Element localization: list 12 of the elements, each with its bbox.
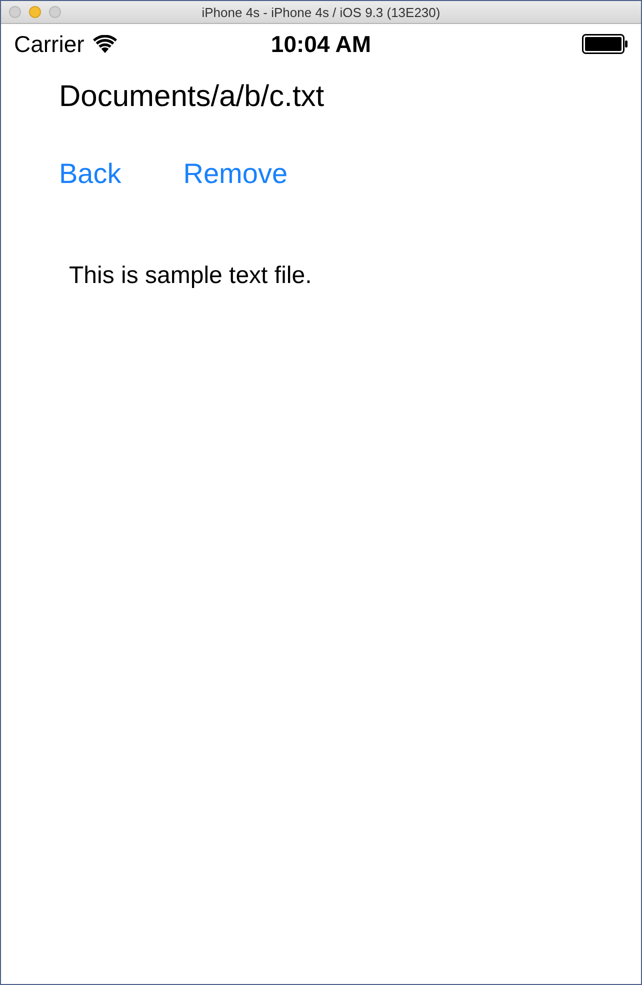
window-title: iPhone 4s - iPhone 4s / iOS 9.3 (13E230) [202,4,440,20]
wifi-icon [93,35,118,53]
battery-icon [582,34,628,54]
zoom-button[interactable] [49,6,61,18]
text-button[interactable]: Remove [183,158,288,190]
file-content-text: This is sample text file. [69,262,312,290]
close-button[interactable] [9,6,21,18]
text-button[interactable]: Back [59,158,122,190]
minimize-button[interactable] [29,6,41,18]
clock-time: 10:04 AM [270,30,372,58]
carrier-label: Carrier [14,30,84,58]
file-path-title: Documents/a/b/c.txt [59,80,324,114]
